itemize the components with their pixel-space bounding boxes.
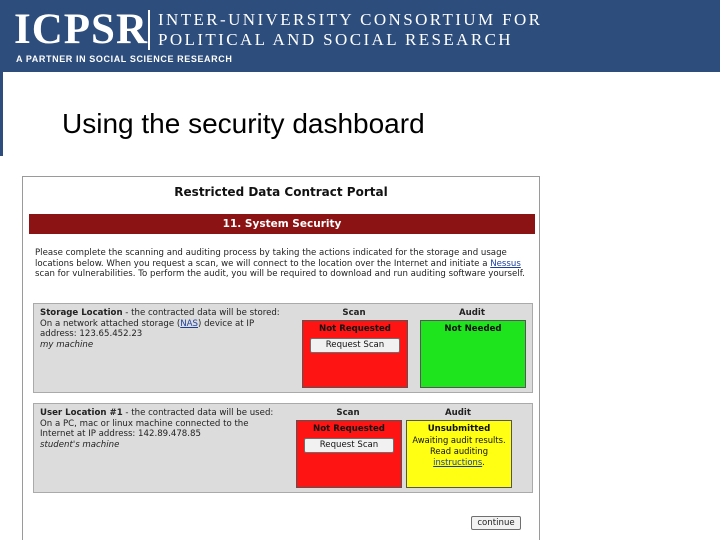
- banner-tagline: A PARTNER IN SOCIAL SCIENCE RESEARCH: [16, 54, 233, 64]
- storage-scan-status-label: Not Requested: [319, 324, 391, 334]
- icpsr-logo: ICPSR: [14, 6, 149, 53]
- storage-ip-address: address: 123.65.452.23: [40, 329, 143, 339]
- user-scan-status-label: Not Requested: [313, 424, 385, 434]
- instructions-part-1: Please complete the scanning and auditin…: [35, 248, 507, 269]
- user-request-scan-button[interactable]: Request Scan: [304, 438, 394, 453]
- section-header: 11. System Security: [29, 214, 535, 234]
- portal-title: Restricted Data Contract Portal: [174, 185, 388, 199]
- continue-button[interactable]: continue: [471, 516, 521, 530]
- user-location-line-2: On a PC, mac or linux machine connected …: [40, 418, 249, 429]
- storage-audit-status: Not Needed: [420, 320, 526, 388]
- storage-audit-status-label: Not Needed: [444, 324, 502, 334]
- banner-divider: [148, 10, 150, 50]
- org-line-2: POLITICAL AND SOCIAL RESEARCH: [158, 30, 513, 49]
- instructions-part-2: scan for vulnerabilities. To perform the…: [35, 269, 525, 279]
- auditing-instructions-link[interactable]: instructions: [433, 457, 482, 467]
- nessus-link[interactable]: Nessus: [490, 259, 521, 269]
- user-audit-awaiting: Awaiting audit results.: [412, 435, 506, 445]
- nas-link[interactable]: NAS: [180, 319, 198, 329]
- user-location-heading: User Location #1: [40, 408, 123, 418]
- storage-audit-header: Audit: [459, 308, 485, 318]
- storage-scan-header: Scan: [342, 308, 366, 318]
- user-location-panel: User Location #1 - the contracted data w…: [33, 403, 533, 493]
- user-audit-header: Audit: [445, 408, 471, 418]
- storage-location-heading: Storage Location: [40, 308, 123, 318]
- storage-line2-prefix: On a network attached storage (: [40, 318, 181, 329]
- user-location-description: User Location #1 - the contracted data w…: [40, 408, 296, 450]
- left-rule: [0, 72, 3, 156]
- user-scan-status: Not Requested Request Scan: [296, 420, 402, 488]
- storage-location-panel: Storage Location - the contracted data w…: [33, 303, 533, 393]
- storage-request-scan-button[interactable]: Request Scan: [310, 338, 400, 353]
- user-ip-address: Internet at IP address: 142.89.478.85: [40, 429, 201, 439]
- user-machine-name: student's machine: [40, 439, 120, 450]
- user-audit-read: Read auditing: [429, 446, 489, 456]
- user-audit-status-label: Unsubmitted: [427, 424, 491, 434]
- portal-screenshot: Restricted Data Contract Portal 11. Syst…: [22, 176, 540, 540]
- slide-title: Using the security dashboard: [62, 108, 425, 139]
- storage-machine-name: my machine: [40, 339, 94, 350]
- storage-line2-suffix: ) device at IP: [198, 318, 255, 329]
- org-line-1: INTER-UNIVERSITY CONSORTIUM FOR: [158, 10, 543, 29]
- organization-name: INTER-UNIVERSITY CONSORTIUM FOR POLITICA…: [158, 10, 542, 50]
- user-audit-status: Unsubmitted Awaiting audit results. Read…: [406, 420, 512, 488]
- icpsr-banner: ICPSR INTER-UNIVERSITY CONSORTIUM FOR PO…: [0, 0, 720, 72]
- storage-location-description: Storage Location - the contracted data w…: [40, 308, 296, 350]
- instructions-text: Please complete the scanning and auditin…: [35, 248, 535, 280]
- storage-scan-status: Not Requested Request Scan: [302, 320, 408, 388]
- storage-location-heading-rest: - the contracted data will be stored:: [122, 308, 280, 318]
- user-location-heading-rest: - the contracted data will be used:: [122, 408, 274, 418]
- user-scan-header: Scan: [336, 408, 360, 418]
- user-audit-period: .: [482, 457, 485, 467]
